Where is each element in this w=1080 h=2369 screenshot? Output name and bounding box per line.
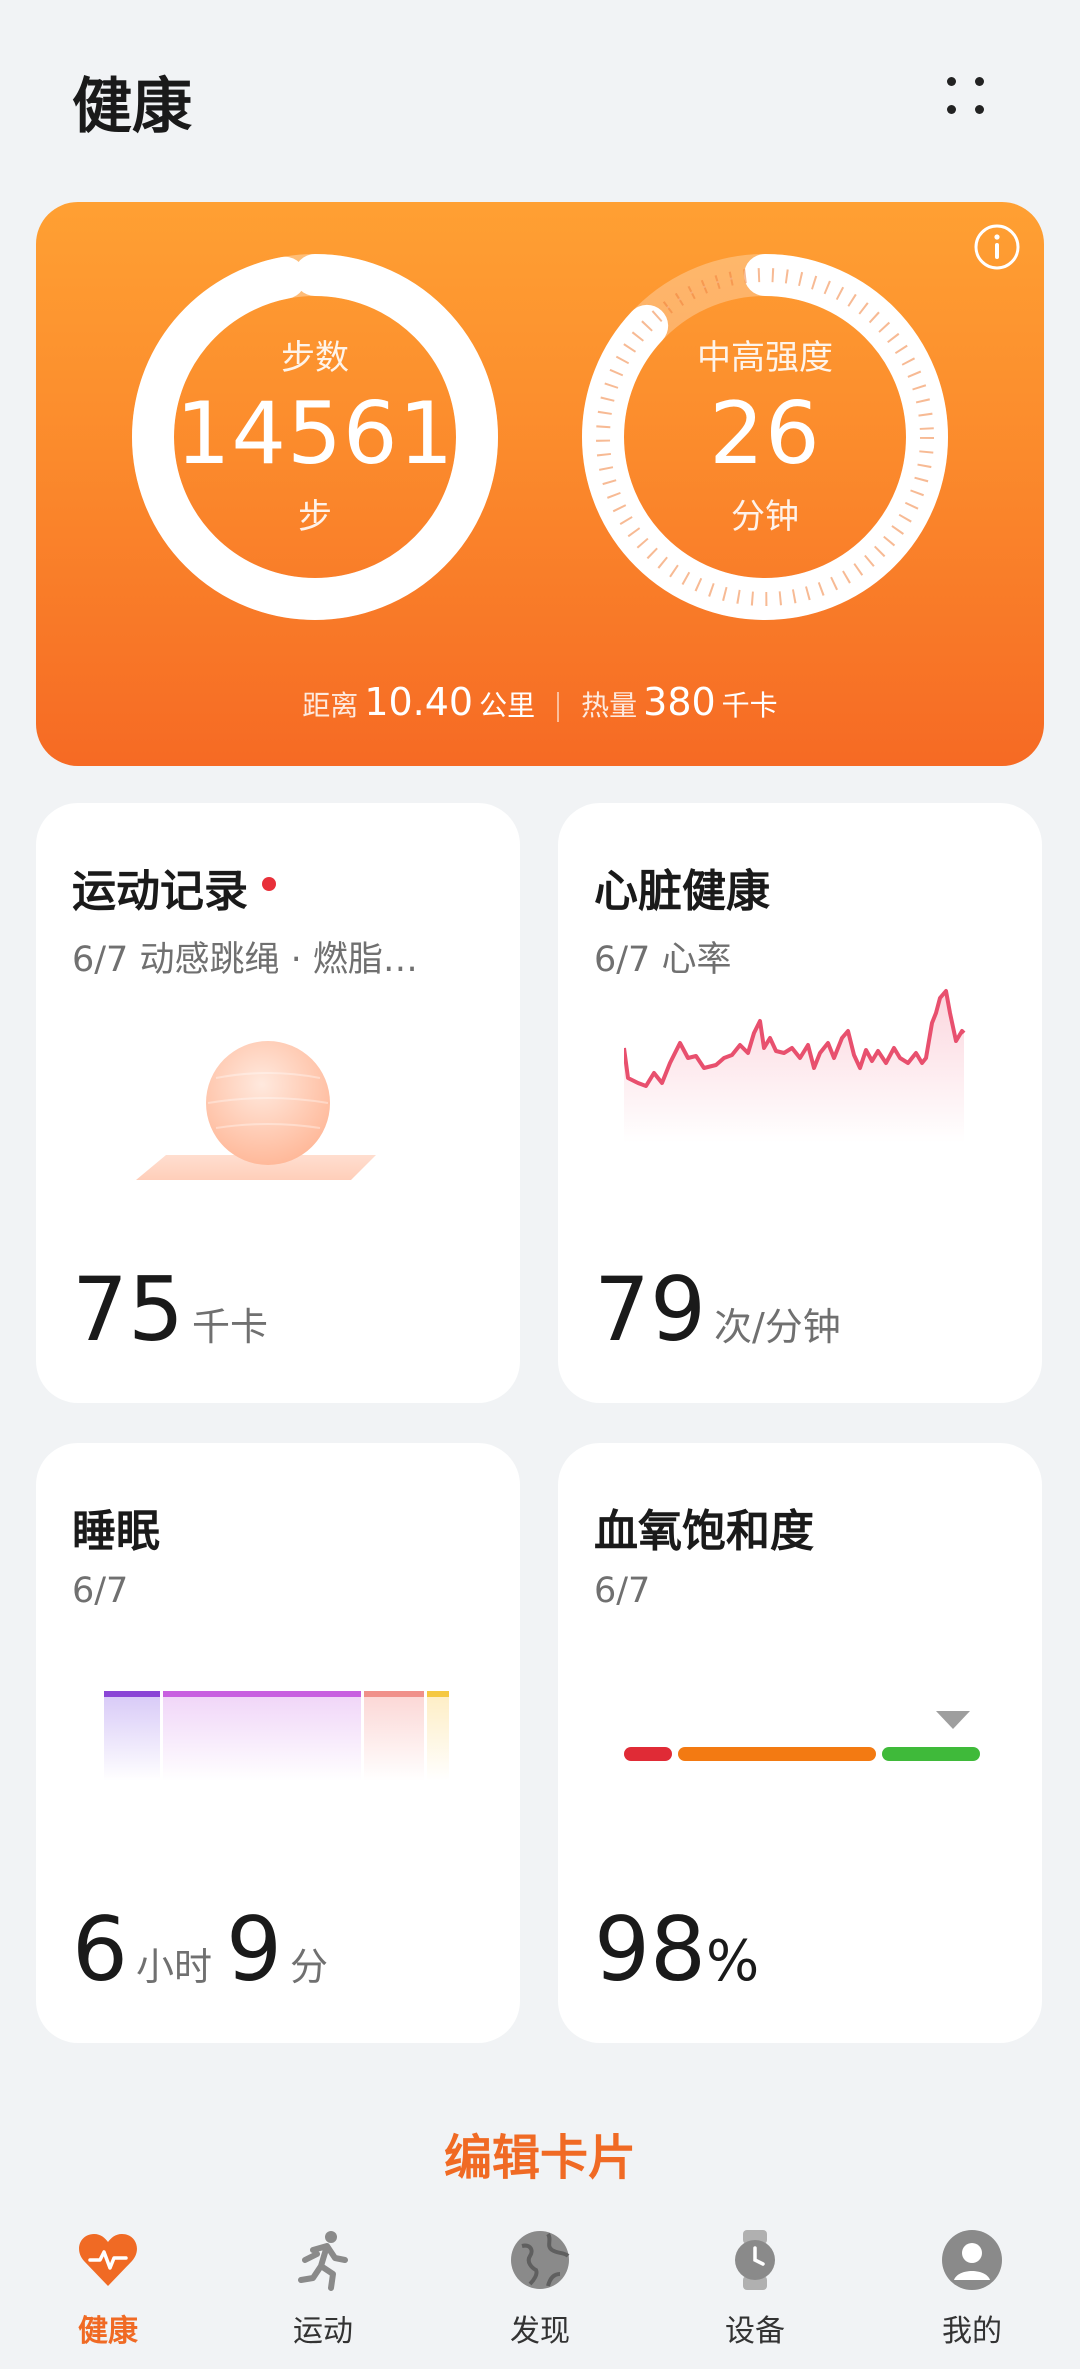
user-icon: [942, 2230, 1002, 2290]
more-icon[interactable]: [935, 65, 995, 125]
sleep-minutes-unit: 分: [290, 1945, 329, 1989]
tab-health-label: 健康: [78, 2314, 138, 2349]
bottom-tab-bar: 健康 运动 发现 设备 我的: [0, 2210, 1080, 2369]
intensity-value: 26: [709, 384, 821, 484]
tab-me[interactable]: 我的: [902, 2228, 1042, 2350]
exercise-ball-illustration: [136, 1041, 376, 1180]
heart-subtitle: 6/7 心率: [594, 940, 732, 980]
heart-title: 心脏健康: [594, 866, 770, 917]
heart-rate-value: 79: [594, 1258, 706, 1361]
watch-icon: [735, 2230, 775, 2290]
tab-devices[interactable]: 设备: [685, 2228, 825, 2350]
globe-icon: [511, 2231, 570, 2289]
exercise-unit: 千卡: [191, 1305, 268, 1349]
new-badge-dot: [262, 877, 276, 891]
distance-calories-row: 距离 10.40 公里 热量 380 千卡: [36, 680, 1044, 724]
steps-unit: 步: [298, 497, 332, 538]
edit-cards-button[interactable]: 编辑卡片: [0, 2118, 1080, 2188]
calories-label: 热量: [581, 689, 638, 722]
tab-devices-label: 设备: [725, 2314, 785, 2349]
distance-value: 10.40: [364, 680, 474, 724]
sleep-stages-bar: [104, 1691, 449, 1781]
spo2-unit: %: [705, 1929, 760, 1994]
tab-discover[interactable]: 发现: [470, 2228, 610, 2350]
heart-health-card[interactable]: 心脏健康 6/7 心率 79 次/分钟: [558, 803, 1042, 1403]
distance-label: 距离: [302, 689, 359, 722]
intensity-label: 中高强度: [697, 338, 833, 378]
tab-health[interactable]: 健康: [38, 2228, 178, 2350]
tab-exercise-label: 运动: [293, 2314, 353, 2349]
heart-pulse-icon: [79, 2234, 137, 2286]
distance-unit: 公里: [479, 689, 536, 722]
info-icon[interactable]: [972, 222, 1022, 272]
tab-exercise[interactable]: 运动: [253, 2228, 393, 2350]
sleep-minutes: 9: [226, 1898, 283, 2001]
exercise-record-card[interactable]: 运动记录 6/7 动感跳绳 · 燃脂… 75 千卡: [36, 803, 520, 1403]
sleep-subtitle: 6/7: [72, 1571, 129, 1611]
calories-value: 380: [643, 680, 716, 724]
spo2-title: 血氧饱和度: [594, 1506, 814, 1557]
spo2-subtitle: 6/7: [594, 1571, 651, 1611]
activity-summary-card[interactable]: 步数 14561 步 中高强度 26 分钟 距离 10.40 公里 热量 380 千卡: [36, 202, 1044, 766]
app-header: 健康: [0, 0, 1080, 190]
exercise-subtitle: 6/7 动感跳绳 · 燃脂…: [72, 940, 418, 980]
running-icon: [298, 2231, 348, 2291]
tab-me-label: 我的: [942, 2314, 1002, 2349]
heart-rate-sparkline: [624, 989, 966, 1143]
spo2-value: 98: [594, 1898, 706, 2001]
intensity-unit: 分钟: [731, 497, 799, 538]
steps-label: 步数: [281, 338, 349, 378]
heart-rate-unit: 次/分钟: [713, 1305, 841, 1349]
divider: [557, 692, 560, 722]
sleep-hours: 6: [72, 1898, 128, 2001]
sleep-card[interactable]: 睡眠 6/7 6 小时 9 分: [36, 1443, 520, 2043]
sleep-hours-unit: 小时: [136, 1945, 213, 1989]
blood-oxygen-card[interactable]: 血氧饱和度 6/7 98%: [558, 1443, 1042, 2043]
exercise-calories: 75: [72, 1258, 184, 1361]
spo2-range-bar: [624, 1711, 980, 1761]
calories-unit: 千卡: [721, 689, 778, 722]
sleep-title: 睡眠: [72, 1506, 160, 1557]
steps-value: 14561: [175, 384, 455, 484]
exercise-title: 运动记录: [72, 866, 248, 917]
tab-discover-label: 发现: [510, 2314, 570, 2349]
page-title: 健康: [72, 72, 192, 142]
